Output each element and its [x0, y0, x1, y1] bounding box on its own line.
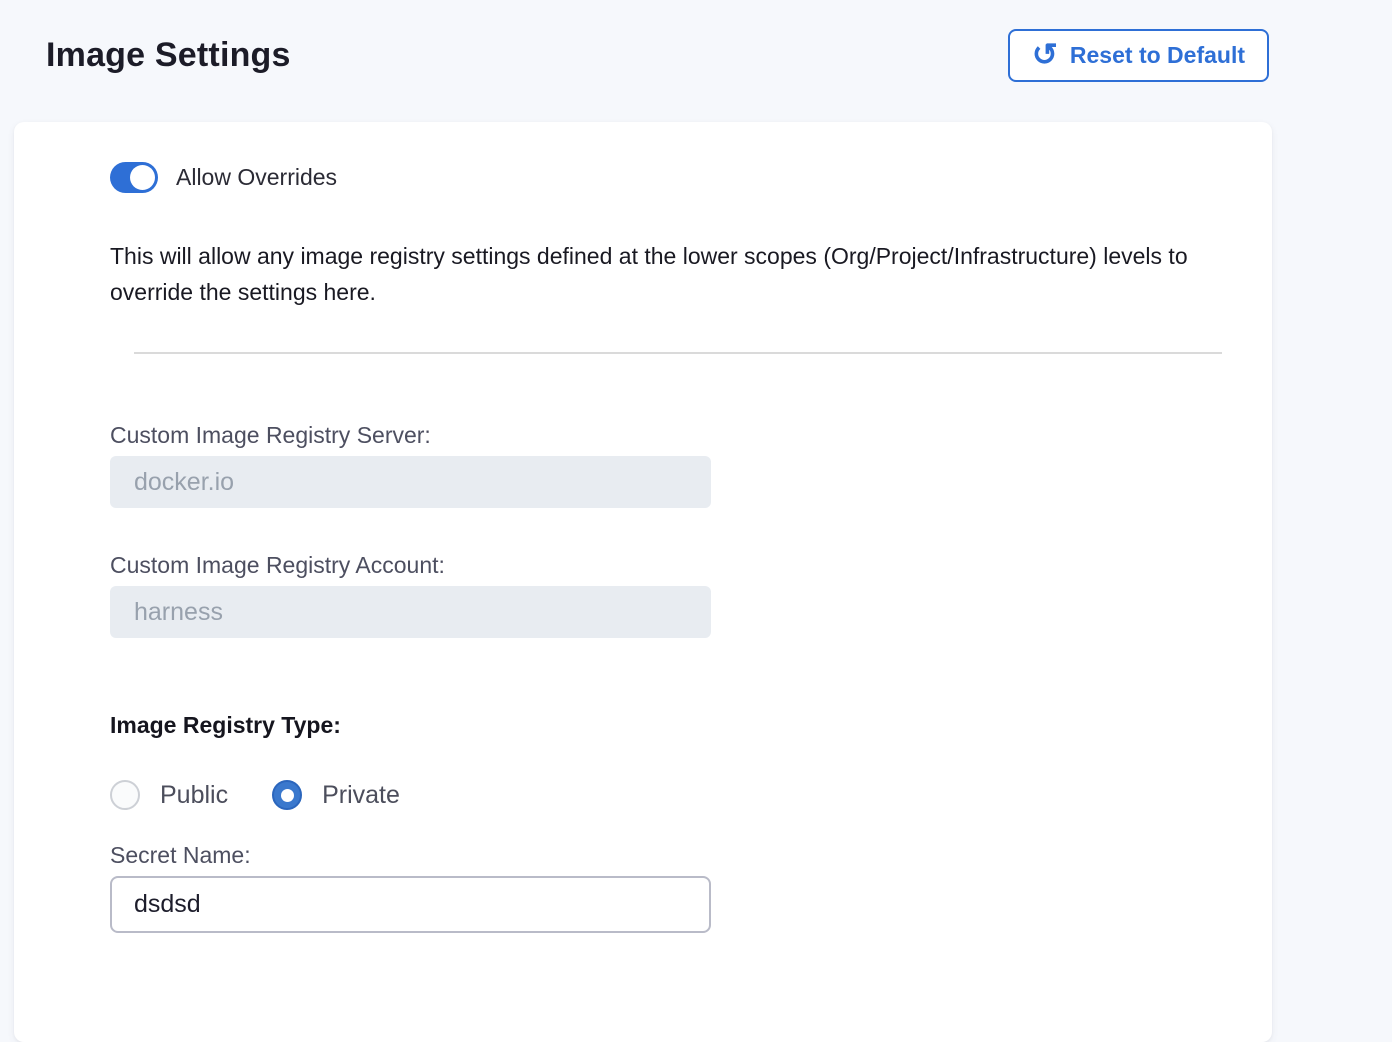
registry-type-label: Image Registry Type: — [110, 710, 1222, 740]
radio-private-circle[interactable] — [272, 780, 302, 810]
registry-server-input — [110, 456, 711, 508]
registry-account-input — [110, 586, 711, 638]
radio-option-public[interactable]: Public — [110, 780, 228, 810]
reset-button-label: Reset to Default — [1070, 42, 1245, 69]
allow-overrides-label: Allow Overrides — [176, 164, 337, 191]
image-settings-card: Allow Overrides This will allow any imag… — [14, 122, 1272, 1042]
page-header: Image Settings ↺ Reset to Default — [0, 0, 1392, 83]
secret-name-input[interactable] — [110, 876, 711, 933]
registry-account-label: Custom Image Registry Account: — [110, 550, 1222, 580]
toggle-knob — [130, 165, 155, 190]
radio-public-label: Public — [160, 781, 228, 810]
radio-public-circle[interactable] — [110, 780, 140, 810]
registry-type-radio-group: Public Private — [110, 780, 1222, 810]
allow-overrides-toggle[interactable] — [110, 162, 158, 193]
page-title: Image Settings — [46, 36, 291, 75]
registry-server-label: Custom Image Registry Server: — [110, 420, 1222, 450]
reset-icon: ↺ — [1032, 39, 1058, 70]
radio-option-private[interactable]: Private — [272, 780, 400, 810]
allow-overrides-row: Allow Overrides — [110, 162, 1222, 193]
reset-to-default-button[interactable]: ↺ Reset to Default — [1008, 29, 1269, 82]
secret-name-label: Secret Name: — [110, 840, 1222, 870]
radio-private-label: Private — [322, 781, 400, 810]
allow-overrides-description: This will allow any image registry setti… — [110, 238, 1222, 310]
section-divider — [134, 352, 1222, 354]
